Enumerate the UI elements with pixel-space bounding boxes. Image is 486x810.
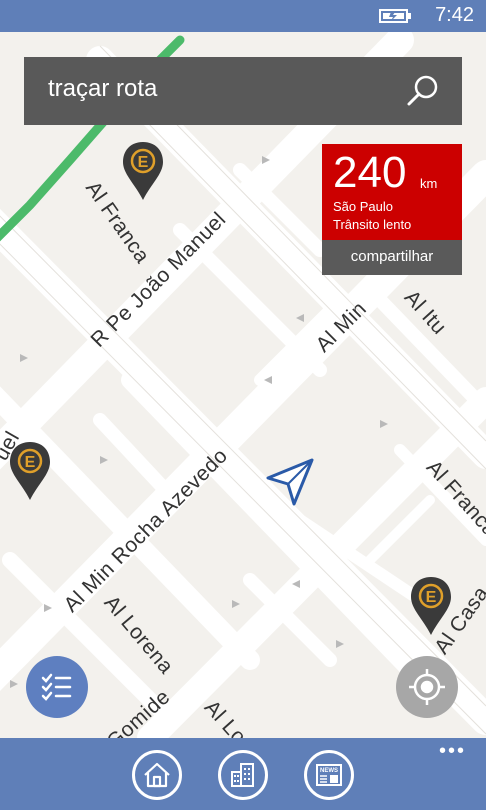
traffic-city: São Paulo (333, 199, 393, 214)
pin-label: E (138, 154, 149, 171)
traffic-info: 240 km São Paulo Trânsito lento (322, 144, 462, 240)
locate-button[interactable] (396, 656, 458, 718)
parking-pin[interactable]: E (8, 440, 52, 502)
home-button[interactable] (132, 750, 182, 800)
parking-pin-icon: E (411, 577, 451, 635)
pin-label: E (426, 589, 437, 606)
status-bar: 7:42 (0, 0, 486, 32)
clock: 7:42 (435, 4, 474, 26)
buildings-button[interactable] (218, 750, 268, 800)
app-bar: NEWS ••• (0, 738, 486, 810)
search-input[interactable]: traçar rota (48, 75, 157, 103)
buildings-icon (231, 763, 254, 787)
traffic-status: Trânsito lento (333, 217, 412, 232)
traffic-distance: 240 (333, 148, 407, 197)
parking-pin-icon: E (123, 142, 163, 200)
battery-charging-icon (379, 9, 411, 23)
search-icon[interactable] (406, 73, 440, 107)
pin-label: E (25, 454, 36, 471)
locate-icon (409, 669, 445, 705)
navigation-arrow-icon (266, 458, 314, 506)
parking-pin[interactable]: E (409, 575, 453, 637)
list-button[interactable] (26, 656, 88, 718)
checklist-icon (41, 673, 72, 701)
parking-pin-icon: E (10, 442, 50, 500)
more-button[interactable]: ••• (439, 740, 466, 763)
news-icon-text: NEWS (320, 768, 338, 774)
share-button[interactable]: compartilhar (322, 240, 462, 275)
search-bar[interactable]: traçar rota (24, 57, 462, 125)
distance-unit: km (420, 176, 438, 191)
map-view[interactable]: Al Franca R Pe João Manuel Al Min Rocha … (0, 32, 486, 738)
news-button[interactable]: NEWS (304, 750, 354, 800)
traffic-card: 240 km São Paulo Trânsito lento comparti… (322, 144, 462, 275)
news-icon: NEWS (316, 764, 342, 786)
parking-pin[interactable]: E (121, 140, 165, 202)
home-icon (144, 762, 170, 788)
